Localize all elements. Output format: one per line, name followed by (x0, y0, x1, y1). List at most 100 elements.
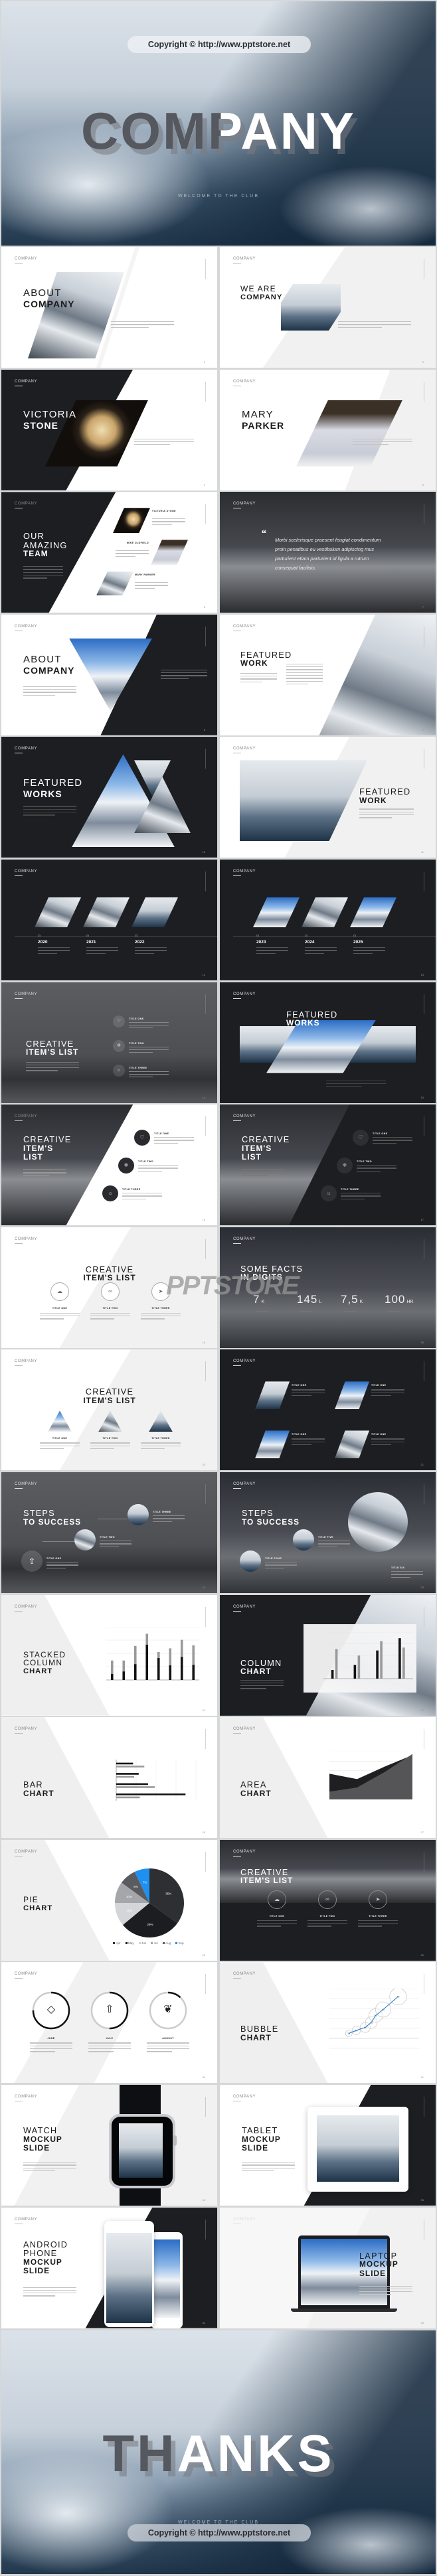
slide-thumbnail[interactable]: “ Morbi scelerisque praesent feugiat cond… (220, 492, 436, 613)
label-underline (15, 998, 23, 999)
brand-label: COMPANY (233, 1359, 256, 1364)
vertical-divider (205, 1239, 206, 1259)
slide-thumbnail[interactable]: BUBBLE CHART 25 30 50 75 85 60 35 COMPANY 31 (220, 1962, 436, 2084)
body-text (292, 1438, 325, 1447)
slide-thumbnail[interactable]: LAPTOP MOCKUP SLIDE COMPANY 35 (220, 2207, 436, 2328)
legend-label: Aug (165, 1941, 171, 1945)
text-line (338, 327, 382, 328)
slide-thumbnail[interactable]: CREATIVE ITEM'S LIST ☁ TITLE ONE ∞ TITLE TWO ➤… (220, 1839, 436, 1961)
quote-text: Morbi scelerisque praesent feugiat condi… (275, 537, 381, 571)
text-line (326, 1083, 386, 1085)
slide-thumbnail[interactable]: ABOUT COMPANY COMPANY 2 (1, 247, 217, 368)
slide-thumbnail[interactable]: CREATIVE ITEM'S LIST TITLE ONE TITLE TWO TIT… (1, 1349, 217, 1471)
page-number: 29 (420, 1953, 424, 1957)
title-bold-line: CHART (240, 2032, 272, 2042)
legend-item: Jun (138, 1941, 146, 1945)
slide-thumbnail[interactable]: CREATIVE ITEM'S LIST ♡ TITLE ONE ❄ TITLE TWO ☼… (1, 982, 217, 1103)
text-line (292, 1389, 325, 1391)
text-line (286, 666, 323, 668)
brand-label: COMPANY (233, 1237, 256, 1241)
body-text (357, 1165, 396, 1174)
slide-thumbnail[interactable]: 2020 2021 2022 COMPANY 12 (1, 859, 217, 980)
title-light-line: COLUMN (240, 1657, 282, 1668)
brand-label: COMPANY (233, 624, 256, 629)
body-text (371, 1389, 404, 1398)
label-underline (15, 1733, 23, 1734)
slide-thumbnail[interactable]: STEPS TO SUCCESS TITLE FOUR TITLE FIVE TITLE… (220, 1472, 436, 1593)
item-title: TITLE ONE (46, 1556, 62, 1560)
slide-thumbnail[interactable]: COLUMN CHART COMPANY 25 (220, 1594, 436, 1716)
text-line (242, 2164, 295, 2166)
item-circle: ☼ (102, 1185, 118, 1202)
slide-thumbnail[interactable]: STACKED COLUMN CHART COMPANY 24 (1, 1594, 217, 1716)
slice-label: 8% (133, 1885, 138, 1888)
page-number: 10 (202, 850, 205, 854)
slice-label: 35% (165, 1892, 171, 1895)
slide-thumbnail[interactable]: AREA CHART COMPANY 27 (220, 1717, 436, 1839)
text-line (305, 947, 337, 948)
year-label: 2022 (135, 939, 145, 945)
slide-thumbnail[interactable]: TITLE ONE TITLE ONE TITLE ONE TITLE ONE COMP… (220, 1349, 436, 1471)
slide-title: STEPS TO SUCCESS (242, 1509, 300, 1527)
slide-thumbnail[interactable]: CREATIVE ITEM'S LIST ♡ TITLE ONE ❄ TITLE TWO ☼ T… (1, 1104, 217, 1226)
slide-thumbnail[interactable]: WATCH MOCKUP SLIDE COMPANY 32 (1, 2084, 217, 2206)
item-circle: ♡ (113, 1015, 125, 1027)
body-text (391, 1570, 423, 1580)
slide-thumbnail[interactable]: PIE CHART 35% 29% 11% 10% 8% 7% Apr May Jun Jul Aug S… (1, 1839, 217, 1961)
brand-label: COMPANY (15, 1604, 38, 1609)
slide-thumbnail[interactable]: FEATURED WORK COMPANY 11 (220, 737, 436, 858)
page-number: 9 (422, 727, 424, 731)
text-line (147, 2048, 189, 2050)
item-title: TITLE THREE (151, 1306, 170, 1310)
text-line (152, 521, 185, 522)
body-text (353, 947, 385, 956)
slide-thumbnail[interactable]: OUR AMAZING TEAM VICTORIA STONE MIKE OLDFIEL… (1, 492, 217, 613)
legend-item: Apr (113, 1941, 121, 1945)
text-line (391, 1576, 410, 1578)
bar-segment (133, 1663, 137, 1680)
item-title: TITLE ONE (371, 1433, 387, 1436)
tablet-screen (317, 2115, 399, 2182)
slide-thumbnail[interactable]: ◇ JUNE ⇧ JULE ❦ AUGUST COMPANY 30 (1, 1962, 217, 2084)
text-line (100, 1543, 131, 1545)
text-line (359, 2291, 412, 2293)
brand-label: COMPANY (233, 1604, 256, 1609)
slide-thumbnail[interactable]: TABLET MOCKUP SLIDE COMPANY 33 (220, 2084, 436, 2206)
text-line (152, 518, 185, 520)
body-text (153, 1515, 185, 1524)
bar-segment (145, 1633, 149, 1645)
timeline-dot (38, 934, 41, 937)
slide-thumbnail[interactable]: BAR CHART COMPANY 26 (1, 1717, 217, 1839)
text-line (141, 1312, 181, 1314)
slide-thumbnail[interactable]: STEPS TO SUCCESS ⇧ TITLE ONE TITLE TWO TITLE … (1, 1472, 217, 1593)
slide-thumbnail[interactable]: FEATURED WORKS COMPANY 10 (1, 737, 217, 858)
slide-thumbnail[interactable]: WE ARE COMPANY COMPANY 3 (220, 247, 436, 368)
text-line (23, 1175, 49, 1177)
slide-thumbnail[interactable]: FEATURED WORKS COMPANY 15 (220, 982, 436, 1103)
text-line (88, 2048, 131, 2050)
slide-thumbnail[interactable]: VICTORIA STONE COMPANY 4 (1, 369, 217, 491)
text-line (292, 1438, 325, 1440)
title-light-line: MARY (242, 408, 274, 420)
slice-label: 7% (143, 1880, 147, 1884)
bar-segment (180, 1656, 183, 1680)
slide-thumbnail[interactable]: MARY PARKER COMPANY 5 (220, 369, 436, 491)
item-title: TITLE FIVE (318, 1535, 333, 1539)
body-text (240, 1679, 284, 1691)
item-circle: ☼ (321, 1185, 337, 1202)
body-text (141, 1442, 181, 1451)
slide-thumbnail[interactable]: 2023 2024 2025 COMPANY 13 (220, 859, 436, 980)
body-text (23, 1170, 66, 1178)
slide-thumbnail[interactable]: FEATURED WORK COMPANY 9 (220, 614, 436, 735)
slide-thumbnail[interactable]: CREATIVE ITEM'S LIST ♡ TITLE ONE ❄ TITLE TWO ☼ T… (220, 1104, 436, 1226)
rocket-icon: ⇧ (105, 2004, 114, 2016)
slide-thumbnail[interactable]: ANDROID PHONE MOCKUP SLIDE COMPANY 34 (1, 2207, 217, 2328)
text-line (135, 582, 168, 583)
member-photo (96, 571, 133, 596)
title-light-line: PIE (23, 1894, 39, 1904)
year-label: 2020 (38, 939, 48, 945)
item-title: TITLE TWO (129, 1041, 144, 1045)
slide-thumbnail[interactable]: ABOUT COMPANY COMPANY 8 (1, 614, 217, 735)
text-line (307, 1920, 347, 1922)
chart (116, 1760, 197, 1801)
